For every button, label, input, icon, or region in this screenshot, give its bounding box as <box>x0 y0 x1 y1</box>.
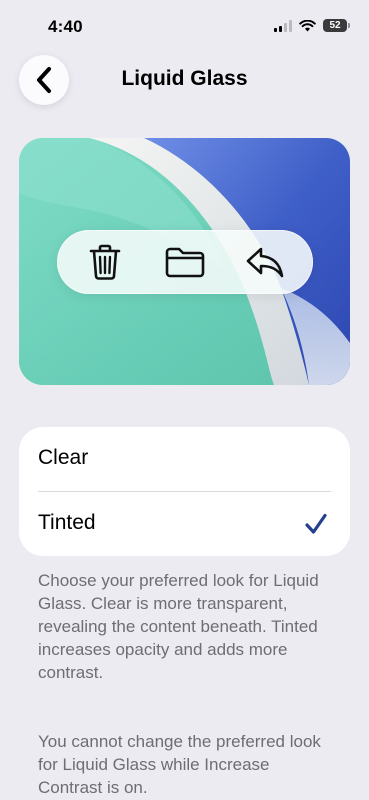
option-tinted[interactable]: Tinted <box>19 492 350 556</box>
appearance-options: Clear Tinted <box>19 427 350 556</box>
reply-icon <box>246 247 284 278</box>
wifi-icon <box>299 19 316 31</box>
status-icons: 52 <box>274 19 350 32</box>
battery-indicator: 52 <box>323 19 350 32</box>
folder-icon <box>165 247 205 278</box>
liquid-glass-preview <box>19 138 350 385</box>
option-clear[interactable]: Clear <box>19 427 350 491</box>
trash-button[interactable] <box>79 236 131 288</box>
cellular-signal-icon <box>274 19 292 32</box>
page-title: Liquid Glass <box>121 67 248 90</box>
status-bar: 4:40 52 <box>0 0 369 56</box>
reply-button[interactable] <box>239 236 291 288</box>
description-footnote: Choose your preferred look for Liquid Gl… <box>38 571 319 682</box>
glass-toolbar <box>57 230 313 294</box>
option-clear-label: Clear <box>38 446 89 469</box>
option-tinted-label: Tinted <box>38 511 96 534</box>
trash-icon <box>89 244 121 280</box>
contrast-footnote: You cannot change the preferred look for… <box>38 732 321 797</box>
checkmark-icon <box>305 513 327 534</box>
folder-button[interactable] <box>159 236 211 288</box>
status-time: 4:40 <box>48 17 83 36</box>
